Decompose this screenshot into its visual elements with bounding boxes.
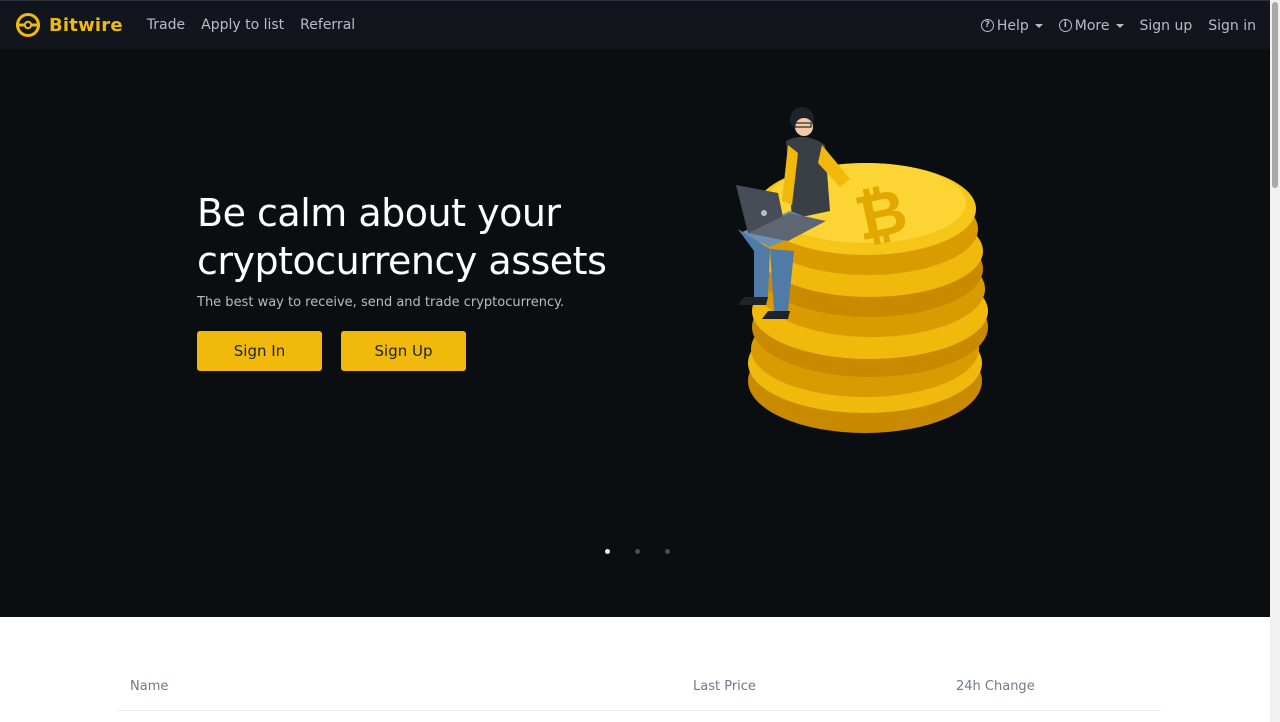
carousel-indicators (605, 549, 695, 554)
carousel-dot-3[interactable] (665, 549, 670, 554)
help-label: Help (996, 17, 1029, 34)
scrollbar-thumb[interactable] (1272, 2, 1278, 188)
column-header-name[interactable]: Name (130, 679, 168, 694)
carousel-dot-2[interactable] (635, 549, 640, 554)
column-header-24h-change[interactable]: 24h Change (956, 679, 1035, 694)
nav-referral-link[interactable]: Referral (300, 17, 355, 33)
info-circle-icon: i (1058, 19, 1072, 32)
brand-link[interactable]: Bitwire (16, 13, 123, 37)
hero-title: Be calm about your cryptocurrency assets (197, 191, 607, 283)
more-label: More (1074, 17, 1110, 34)
nav-right: ? Help i More Sign up Sign in (965, 1, 1256, 50)
top-navbar: Bitwire Trade Apply to list Referral ? H… (0, 0, 1270, 49)
person-on-coins-illustration: ₿ (736, 107, 988, 433)
nav-links: Trade Apply to list Referral (147, 17, 371, 33)
question-circle-icon: ? (980, 19, 994, 32)
caret-down-icon (1115, 23, 1124, 28)
caret-down-icon (1034, 23, 1043, 28)
page-scrollbar[interactable] (1270, 0, 1280, 722)
bitwire-logo-icon (16, 13, 40, 37)
brand-name: Bitwire (49, 14, 123, 36)
hero-signin-button[interactable]: Sign In (197, 331, 322, 371)
hero-signup-button[interactable]: Sign Up (341, 331, 466, 371)
column-header-last-price[interactable]: Last Price (693, 679, 756, 694)
nav-signup-link[interactable]: Sign up (1140, 18, 1193, 34)
market-table-header: Name Last Price 24h Change (118, 669, 1161, 711)
hero-banner: Be calm about your cryptocurrency assets… (0, 49, 1270, 617)
more-dropdown[interactable]: i More (1058, 17, 1124, 34)
nav-trade-link[interactable]: Trade (147, 17, 185, 33)
help-dropdown[interactable]: ? Help (980, 17, 1043, 34)
carousel-dot-1[interactable] (605, 549, 610, 554)
nav-signin-link[interactable]: Sign in (1208, 18, 1256, 34)
hero-subtitle: The best way to receive, send and trade … (197, 295, 565, 310)
nav-apply-to-list-link[interactable]: Apply to list (201, 17, 284, 33)
